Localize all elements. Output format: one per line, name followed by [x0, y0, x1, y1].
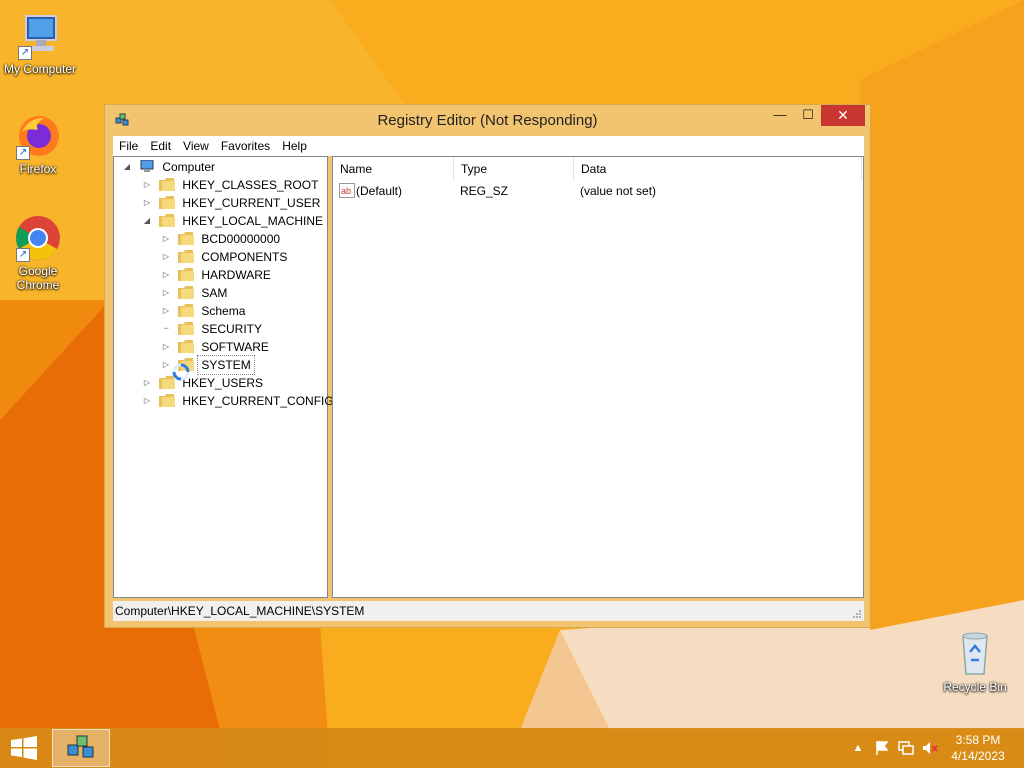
registry-editor-window[interactable]: Registry Editor (Not Responding) — ☐ ✕ F…: [104, 104, 871, 628]
shortcut-arrow-icon: ↗: [16, 146, 30, 160]
desktop-icon-recycle-bin[interactable]: Recycle Bin: [935, 630, 1015, 694]
menu-favorites[interactable]: Favorites: [215, 136, 276, 156]
computer-icon: ↗: [16, 12, 64, 60]
menu-bar: File Edit View Favorites Help: [113, 136, 864, 156]
tree-item-schema[interactable]: ▷ Schema: [161, 302, 248, 320]
folder-icon: [178, 286, 195, 299]
registry-tree[interactable]: ◢ Computer ▷ HKEY_CLASSES_ROOT ▷ HKEY_CU…: [113, 156, 334, 598]
shortcut-arrow-icon: ↗: [16, 248, 30, 262]
start-windows-icon[interactable]: [10, 736, 38, 760]
tree-item-hkey-current-config[interactable]: ▷ HKEY_CURRENT_CONFIG: [142, 392, 337, 410]
tree-item-software[interactable]: ▷ SOFTWARE: [161, 338, 272, 356]
clock-date: 4/14/2023: [951, 749, 1005, 763]
network-icon[interactable]: [898, 740, 914, 756]
tree-item-hkey-classes-root[interactable]: ▷ HKEY_CLASSES_ROOT: [142, 176, 321, 194]
desktop-icon-my-computer[interactable]: ↗ My Computer: [0, 12, 80, 76]
collapse-arrow-icon[interactable]: ◢: [122, 158, 132, 176]
computer-icon: [140, 160, 154, 172]
system-clock[interactable]: 3:58 PM 4/14/2023: [946, 732, 1010, 764]
string-value-icon: ab: [339, 183, 355, 203]
collapse-arrow-icon[interactable]: ◢: [142, 212, 152, 230]
folder-icon: [178, 268, 195, 281]
folder-icon: [178, 322, 195, 335]
registry-editor-icon: [67, 735, 94, 758]
folder-icon: [178, 304, 195, 317]
desktop-icon-firefox[interactable]: ↗ Firefox: [0, 112, 78, 176]
status-path: Computer\HKEY_LOCAL_MACHINE\SYSTEM: [115, 604, 365, 618]
value-type: REG_SZ: [460, 184, 509, 198]
expand-arrow-icon[interactable]: ▷: [142, 392, 152, 410]
expand-arrow-icon[interactable]: ▷: [142, 374, 152, 392]
expand-arrow-icon[interactable]: ▷: [161, 302, 171, 320]
status-bar: Computer\HKEY_LOCAL_MACHINE\SYSTEM: [113, 601, 864, 621]
folder-icon: [159, 196, 176, 209]
expand-arrow-icon[interactable]: ▷: [142, 194, 152, 212]
desktop-icon-label: Google Chrome: [16, 264, 60, 292]
volume-muted-icon[interactable]: [922, 740, 938, 756]
tree-item-hardware[interactable]: ▷ HARDWARE: [161, 266, 274, 284]
menu-file[interactable]: File: [113, 136, 144, 156]
tree-item-computer[interactable]: ◢ Computer: [122, 158, 218, 176]
clock-time: 3:58 PM: [955, 733, 1001, 747]
expand-arrow-icon[interactable]: ▷: [142, 176, 152, 194]
tree-item-bcd00000000[interactable]: ▷ BCD00000000: [161, 230, 283, 248]
folder-icon: [178, 232, 195, 245]
expand-arrow-icon[interactable]: ▷: [161, 248, 171, 266]
folder-icon: [159, 178, 176, 191]
tree-item-components[interactable]: ▷ COMPONENTS: [161, 248, 290, 266]
tree-line: ┈: [163, 324, 169, 333]
folder-icon: [178, 250, 195, 263]
resize-grip-icon[interactable]: [852, 609, 862, 619]
expand-arrow-icon[interactable]: ▷: [161, 266, 171, 284]
tree-item-sam[interactable]: ▷ SAM: [161, 284, 230, 302]
expand-arrow-icon[interactable]: ▷: [161, 230, 171, 248]
registry-values-list[interactable]: Name Type Data ab (Default) REG_SZ (valu…: [332, 156, 864, 598]
shortcut-arrow-icon: ↗: [18, 46, 32, 60]
title-bar[interactable]: Registry Editor (Not Responding) — ☐ ✕: [105, 105, 870, 135]
desktop-icon-label: Recycle Bin: [943, 680, 1007, 694]
chrome-icon: ↗: [14, 214, 62, 262]
busy-cursor-icon: [172, 363, 190, 381]
firefox-icon: ↗: [14, 112, 62, 160]
expand-arrow-icon[interactable]: ▷: [161, 356, 171, 374]
desktop-icon-label: My Computer: [3, 62, 77, 76]
window-title: Registry Editor (Not Responding): [377, 112, 598, 129]
column-header-data[interactable]: Data: [574, 157, 862, 181]
tree-item-hkey-users[interactable]: ▷ HKEY_USERS: [142, 374, 266, 392]
folder-icon: [159, 394, 176, 407]
menu-edit[interactable]: Edit: [144, 136, 177, 156]
minimize-button[interactable]: —: [767, 105, 793, 126]
show-hidden-icons-icon[interactable]: ▲: [850, 740, 866, 756]
menu-help[interactable]: Help: [276, 136, 313, 156]
expand-arrow-icon[interactable]: ▷: [161, 284, 171, 302]
expand-arrow-icon[interactable]: ▷: [161, 338, 171, 356]
value-data: (value not set): [580, 184, 657, 198]
tree-item-security[interactable]: ┈ SECURITY: [161, 320, 265, 338]
column-header-name[interactable]: Name: [333, 157, 454, 181]
maximize-button[interactable]: ☐: [795, 105, 821, 126]
desktop-icon-google-chrome[interactable]: ↗ Google Chrome: [0, 214, 78, 292]
folder-icon: [178, 340, 195, 353]
value-name: (Default): [356, 184, 403, 198]
taskbar-app-registry-editor[interactable]: [52, 729, 110, 767]
tree-item-hkey-current-user[interactable]: ▷ HKEY_CURRENT_USER: [142, 194, 323, 212]
folder-open-icon: [159, 214, 176, 227]
action-center-flag-icon[interactable]: [874, 740, 890, 756]
taskbar: ▲ 3:58 PM 4/14/2023: [0, 728, 1024, 768]
tree-item-hkey-local-machine[interactable]: ◢ HKEY_LOCAL_MACHINE: [142, 212, 326, 230]
menu-view[interactable]: View: [177, 136, 215, 156]
column-header-type[interactable]: Type: [454, 157, 574, 181]
desktop-icon-label: Firefox: [19, 162, 57, 176]
close-button[interactable]: ✕: [821, 105, 865, 126]
value-row[interactable]: ab (Default) REG_SZ (value not set): [339, 182, 859, 200]
svg-text:ab: ab: [341, 186, 351, 196]
recycle-bin-icon: [951, 630, 999, 678]
